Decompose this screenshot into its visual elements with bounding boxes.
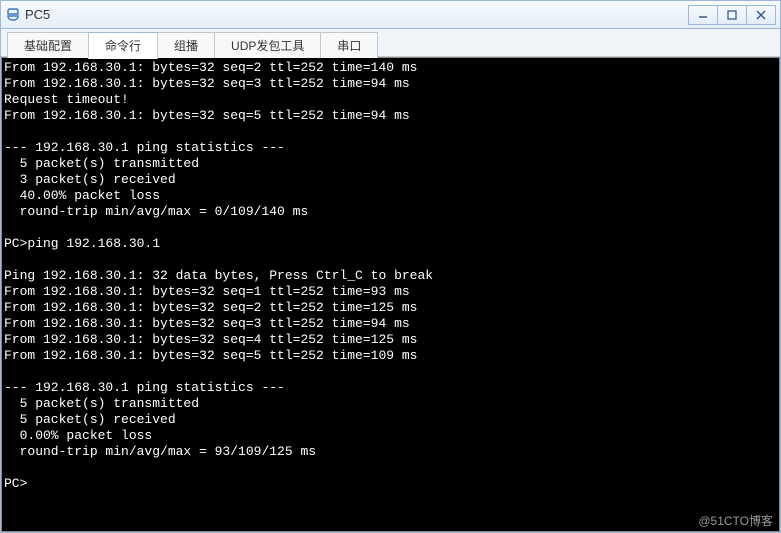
terminal-output[interactable]: From 192.168.30.1: bytes=32 seq=2 ttl=25…	[1, 57, 780, 532]
tabbar: 基础配置 命令行 组播 UDP发包工具 串口	[1, 29, 780, 57]
minimize-button[interactable]	[688, 5, 718, 25]
window-title: PC5	[25, 7, 689, 22]
window-controls	[689, 5, 776, 25]
maximize-button[interactable]	[717, 5, 747, 25]
app-icon	[5, 7, 21, 23]
tab-command-line[interactable]: 命令行	[88, 32, 158, 59]
tab-multicast[interactable]: 组播	[157, 32, 215, 58]
tab-basic-config[interactable]: 基础配置	[7, 32, 89, 58]
titlebar: PC5	[1, 1, 780, 29]
tab-serial[interactable]: 串口	[320, 32, 378, 58]
close-button[interactable]	[746, 5, 776, 25]
tab-udp-tool[interactable]: UDP发包工具	[214, 32, 321, 58]
